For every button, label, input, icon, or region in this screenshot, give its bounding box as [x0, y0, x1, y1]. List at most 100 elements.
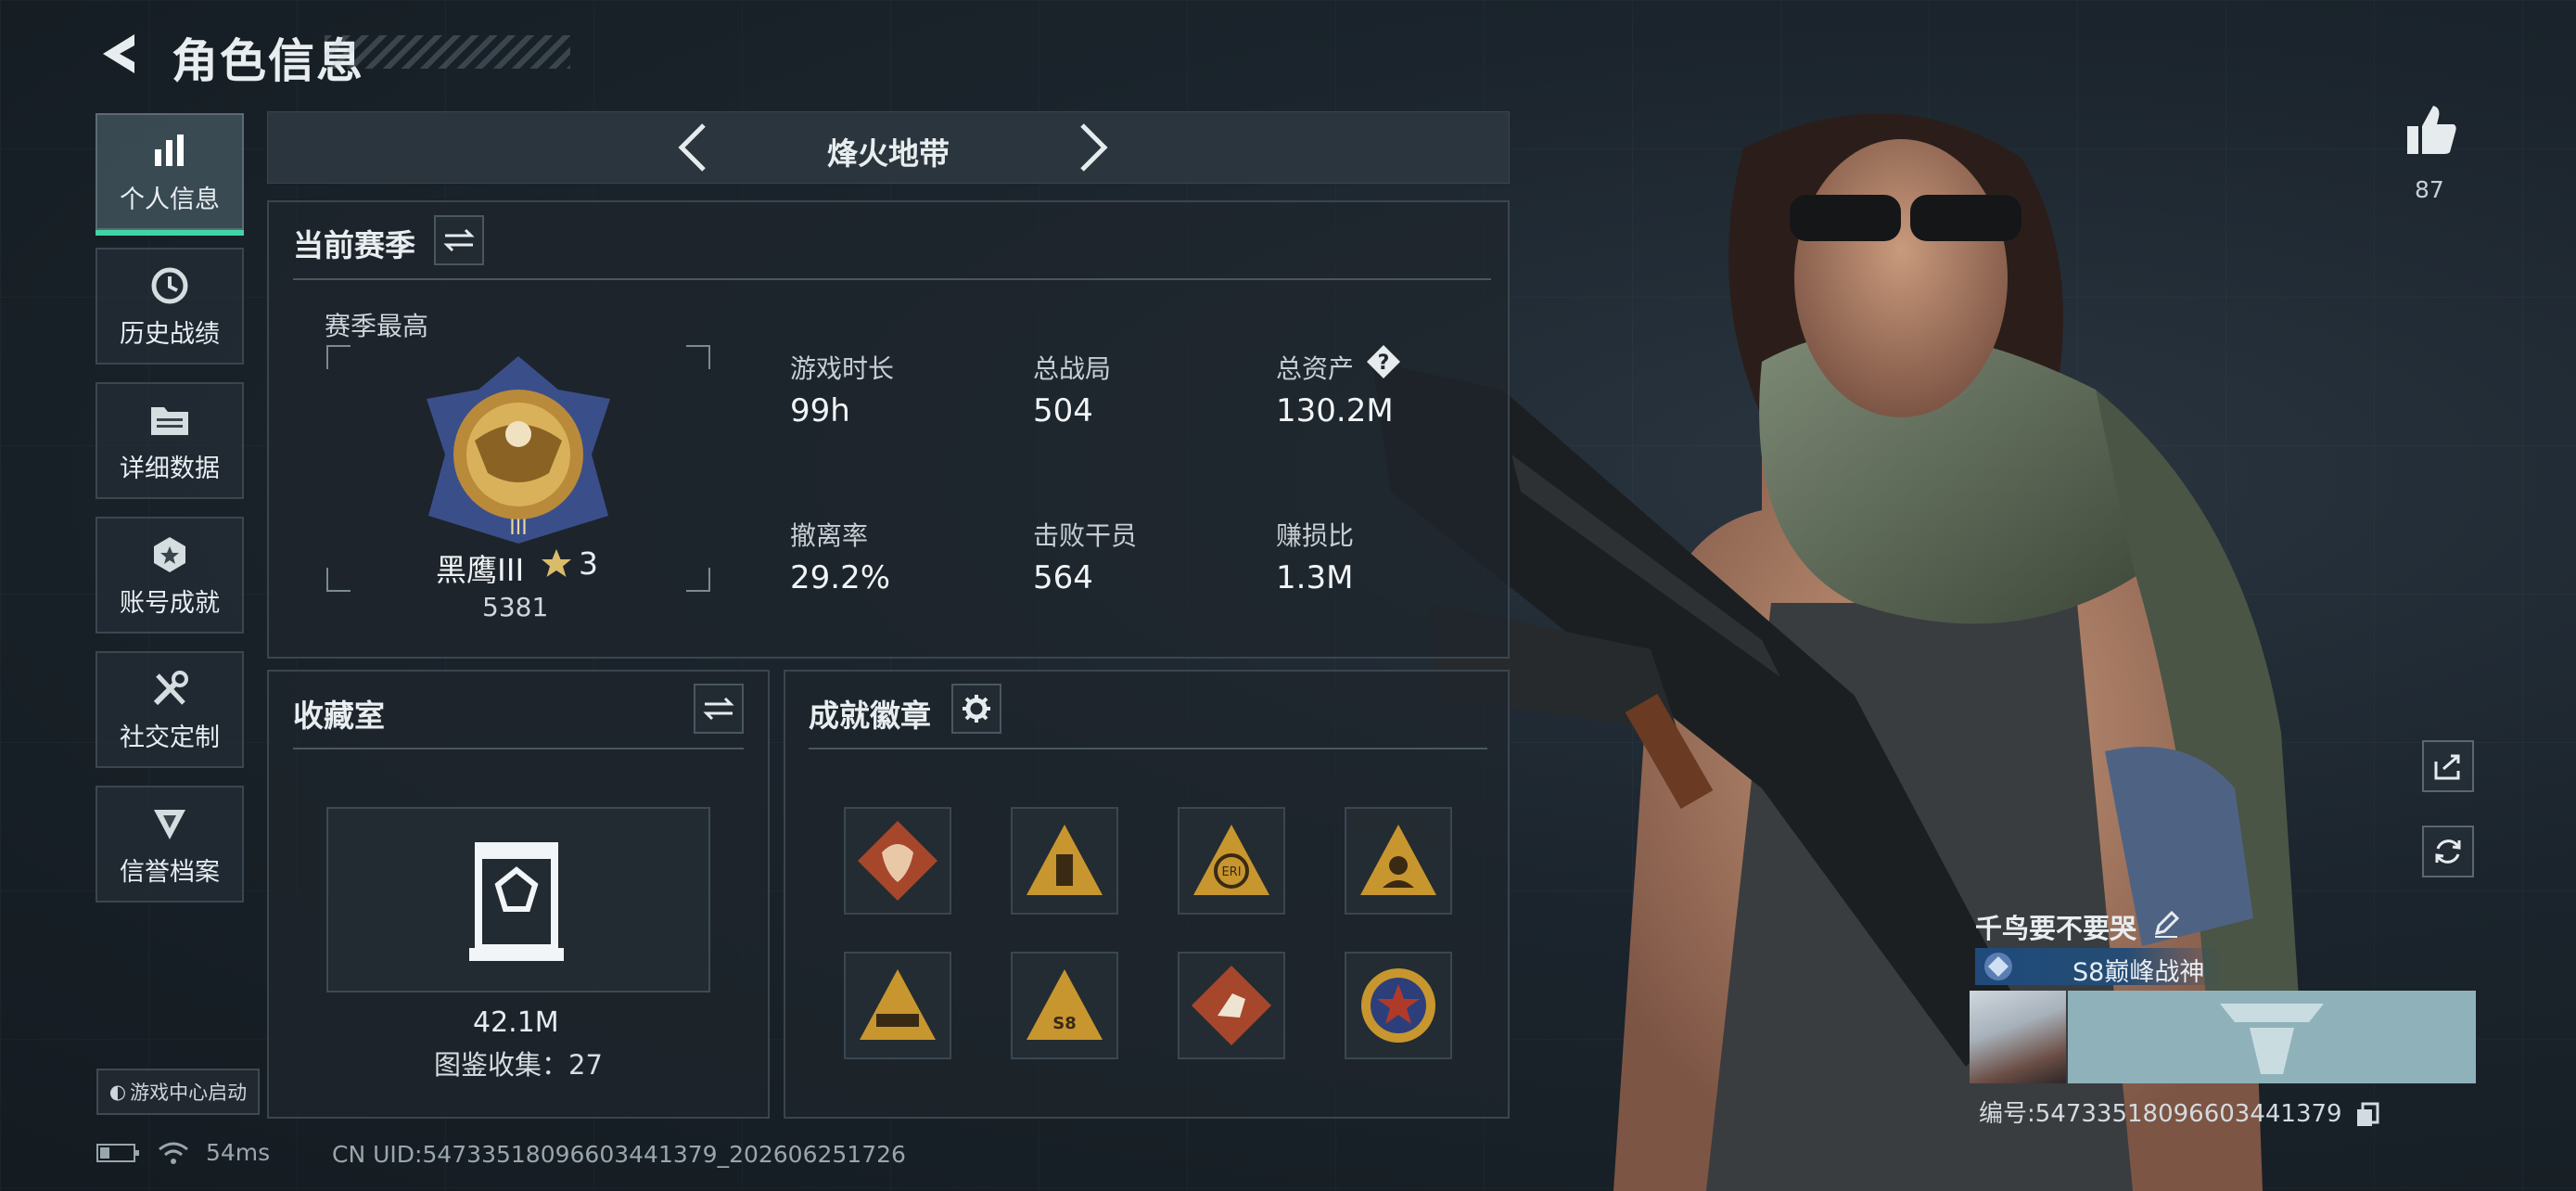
sidebar-item-credit[interactable]: 信誉档案 [96, 786, 244, 903]
rank-level: 3 [579, 545, 598, 582]
gear-icon [963, 695, 990, 723]
game-center-launch-button[interactable]: ◐ 游戏中心启动 [96, 1069, 260, 1115]
stat-play-time-label: 游戏时长 [790, 353, 895, 384]
title-tag: S8巅峰战神 [1975, 948, 2224, 987]
stat-total-matches-value: 504 [1033, 392, 1093, 429]
refresh-button[interactable] [2422, 826, 2474, 877]
stat-total-matches-label: 总战局 [1033, 353, 1112, 384]
svg-text:ERI: ERI [1221, 865, 1241, 879]
collection-count: 图鉴收集：27 [434, 1049, 603, 1081]
history-clock-icon [147, 263, 192, 308]
uid-text: CN UID:5473351809660344137​9_20260625172… [332, 1141, 906, 1168]
wifi-icon [159, 1142, 188, 1164]
divider [809, 748, 1487, 749]
season-switch-button[interactable] [434, 215, 484, 265]
s8-badge-icon: S8 [1027, 969, 1103, 1040]
stat-play-time-value: 99h [790, 392, 850, 429]
runner-badge-icon [1192, 966, 1271, 1045]
name-card-logo-icon [2220, 1004, 2324, 1074]
title-emblem-icon [1984, 953, 2012, 980]
stat-total-assets-value: 130.2M [1276, 392, 1394, 429]
game-center-label: 游戏中心启动 [130, 1082, 248, 1104]
season-title: 当前赛季 [293, 227, 415, 263]
badge-slot[interactable] [1345, 952, 1452, 1059]
rank-name: 黑鹰III [436, 552, 525, 588]
title-tag-text: S8巅峰战神 [2072, 958, 2205, 987]
badge-slot[interactable] [1345, 807, 1452, 915]
sidebar-item-history[interactable]: 历史战绩 [96, 248, 244, 365]
swap-icon [703, 697, 734, 721]
badge-slot[interactable]: ERI [1178, 807, 1285, 915]
title-decoration [325, 35, 570, 69]
collection-value: 42.1M [473, 1006, 559, 1039]
sidebar-item-label: 个人信息 [120, 185, 220, 214]
sidebar-item-details[interactable]: 详细数据 [96, 382, 244, 499]
sidebar-item-personal-info[interactable]: 个人信息 [96, 113, 244, 236]
badge-slot[interactable] [844, 807, 951, 915]
like-count: 87 [2415, 176, 2444, 203]
operator-badge-icon [1360, 825, 1436, 895]
folder-icon [147, 398, 192, 442]
stat-kills-label: 击败干员 [1033, 520, 1138, 551]
season-best-label: 赛季最高 [325, 311, 429, 341]
edit-icon[interactable] [2151, 909, 2181, 939]
stat-profit-ratio-value: 1.3M [1276, 559, 1354, 596]
tower-badge-icon [1027, 825, 1103, 895]
swap-icon [443, 228, 475, 252]
dragon-badge-icon [858, 821, 937, 901]
sidebar-item-achievements[interactable]: 账号成就 [96, 517, 244, 634]
mode-label: 烽火地带 [827, 135, 950, 172]
avatar[interactable] [1970, 991, 2066, 1083]
badge-slot[interactable] [1011, 807, 1118, 915]
thumbs-up-icon[interactable] [2404, 102, 2459, 158]
badges-settings-button[interactable] [951, 684, 1001, 734]
player-id-text: 编号:5473351809660344137​9 [1979, 1100, 2342, 1128]
badge-slot[interactable]: S8 [1011, 952, 1118, 1059]
copy-icon[interactable] [2355, 1102, 2379, 1128]
back-button[interactable] [93, 26, 148, 82]
divider [293, 748, 744, 749]
credit-shield-icon [147, 801, 192, 846]
player-name: 千鸟要不要哭 [1975, 913, 2137, 944]
bar-chart-icon [147, 129, 192, 173]
ping-text: 54ms [206, 1139, 271, 1166]
mode-next-button[interactable] [1064, 120, 1119, 175]
battery-icon [96, 1143, 139, 1162]
stat-total-assets-label: 总资产 [1276, 353, 1355, 384]
sidebar-item-label: 信誉档案 [120, 857, 220, 887]
divider [293, 278, 1491, 280]
collection-title: 收藏室 [293, 698, 385, 734]
stat-kills-value: 564 [1033, 559, 1093, 596]
sidebar-item-social[interactable]: 社交定制 [96, 651, 244, 768]
sidebar-item-label: 详细数据 [120, 454, 220, 483]
share-icon [2434, 754, 2460, 780]
stat-extract-rate-value: 29.2% [790, 559, 891, 596]
star-emblem-badge-icon [1361, 968, 1435, 1043]
collection-switch-button[interactable] [694, 684, 744, 734]
svg-text:?: ? [1378, 352, 1390, 375]
refresh-icon [2435, 839, 2461, 864]
tools-icon [147, 667, 192, 711]
badge-slot[interactable] [844, 952, 951, 1059]
stat-profit-ratio-label: 赚损比 [1276, 520, 1355, 551]
game-center-icon: ◐ [108, 1081, 127, 1103]
eri-badge-icon: ERI [1193, 825, 1269, 895]
help-icon[interactable]: ? [1365, 343, 1402, 380]
rank-score: 5381 [482, 592, 549, 622]
player-id: 编号:5473351809660344137​9 [1979, 1095, 2379, 1129]
sidebar-item-label: 历史战绩 [120, 319, 220, 349]
display-case-icon [469, 842, 564, 961]
badges-title: 成就徽章 [809, 698, 931, 734]
status-bar: 54ms [96, 1139, 270, 1166]
achievement-medal-icon [147, 532, 192, 577]
sidebar-item-label: 账号成就 [120, 588, 220, 618]
name-card[interactable] [2068, 991, 2476, 1083]
badge-slot[interactable] [1178, 952, 1285, 1059]
back-arrow-icon [103, 34, 134, 73]
chevron-right-icon [1080, 123, 1108, 172]
share-button[interactable] [2422, 740, 2474, 792]
sidebar-item-label: 社交定制 [120, 723, 220, 752]
svg-text:III: III [509, 517, 527, 540]
mode-selector: 烽火地带 [267, 111, 1510, 184]
stat-extract-rate-label: 撤离率 [790, 520, 869, 551]
